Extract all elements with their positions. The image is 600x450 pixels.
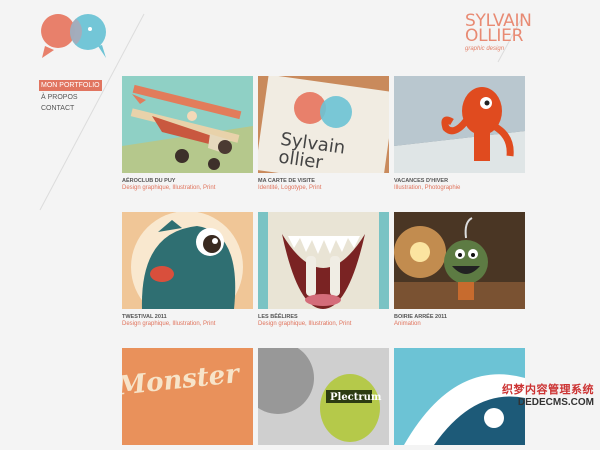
nav-item-contact[interactable]: CONTACT [39,103,102,114]
card-title[interactable]: LES BÊÊLIRES [258,314,389,320]
portfolio-card[interactable]: LES BÊÊLIRES Design graphique, Illustrat… [258,212,389,327]
thumbnail-plectrum[interactable]: Plectrum [258,348,389,445]
portfolio-card[interactable]: Plectrum [258,348,389,450]
watermark-en: DEDECMS.COM [517,397,594,408]
nav-item-portfolio[interactable]: MON PORTFOLIO [39,80,102,91]
thumbnail-monster-lettering[interactable]: Monster [122,348,253,445]
card-tags[interactable]: Design graphique, Illustration, Print [122,185,253,191]
brand-name-line2: OLLIER [465,26,524,46]
portfolio-card[interactable]: BOIRIE ARRÉE 2011 Animation [394,212,525,327]
site-watermark: 织梦内容管理系统 DEDECMS.COM [502,381,594,408]
thumbnail-biplane[interactable] [122,76,253,173]
portfolio-card[interactable]: Monster [122,348,253,450]
nav-item-about[interactable]: À PROPOS [39,92,102,103]
card-title[interactable]: VACANCES D'HIVER [394,178,525,184]
portfolio-card[interactable]: TWESTIVAL 2011 Design graphique, Illustr… [122,212,253,327]
thumbnail-monster-mouth[interactable] [258,212,389,309]
card-title[interactable]: MA CARTE DE VISITE [258,178,389,184]
card8-label: Plectrum [330,392,382,403]
portfolio-card[interactable]: VACANCES D'HIVER Illustration, Photograp… [394,76,525,191]
card-tags[interactable]: Animation [394,321,525,327]
logo-icon[interactable] [40,12,118,62]
thumbnail-business-card[interactable]: Sylvain ollier [258,76,389,173]
thumbnail-green-creature[interactable] [394,212,525,309]
portfolio-card[interactable]: AÉROCLUB DU PUY Design graphique, Illust… [122,76,253,191]
main-nav: MON PORTFOLIO À PROPOS CONTACT [39,74,102,114]
card-title[interactable]: TWESTIVAL 2011 [122,314,253,320]
card-tags[interactable]: Identité, Logotype, Print [258,185,389,191]
portfolio-card[interactable]: Sylvain ollier MA CARTE DE VISITE Identi… [258,76,389,191]
thumbnail-orange-monster[interactable] [394,76,525,173]
card-tags[interactable]: Illustration, Photographie [394,185,525,191]
brand-tagline: graphic design [465,46,505,52]
card-title[interactable]: BOIRIE ARRÉE 2011 [394,314,525,320]
watermark-cn: 织梦内容管理系统 [502,384,594,396]
card-tags[interactable]: Design graphique, Illustration, Print [258,321,389,327]
card-tags[interactable]: Design graphique, Illustration, Print [122,321,253,327]
brand-logotype[interactable]: SYLVAIN OLLIER graphic design [465,13,532,53]
thumbnail-bird[interactable] [122,212,253,309]
card-title[interactable]: AÉROCLUB DU PUY [122,178,253,184]
